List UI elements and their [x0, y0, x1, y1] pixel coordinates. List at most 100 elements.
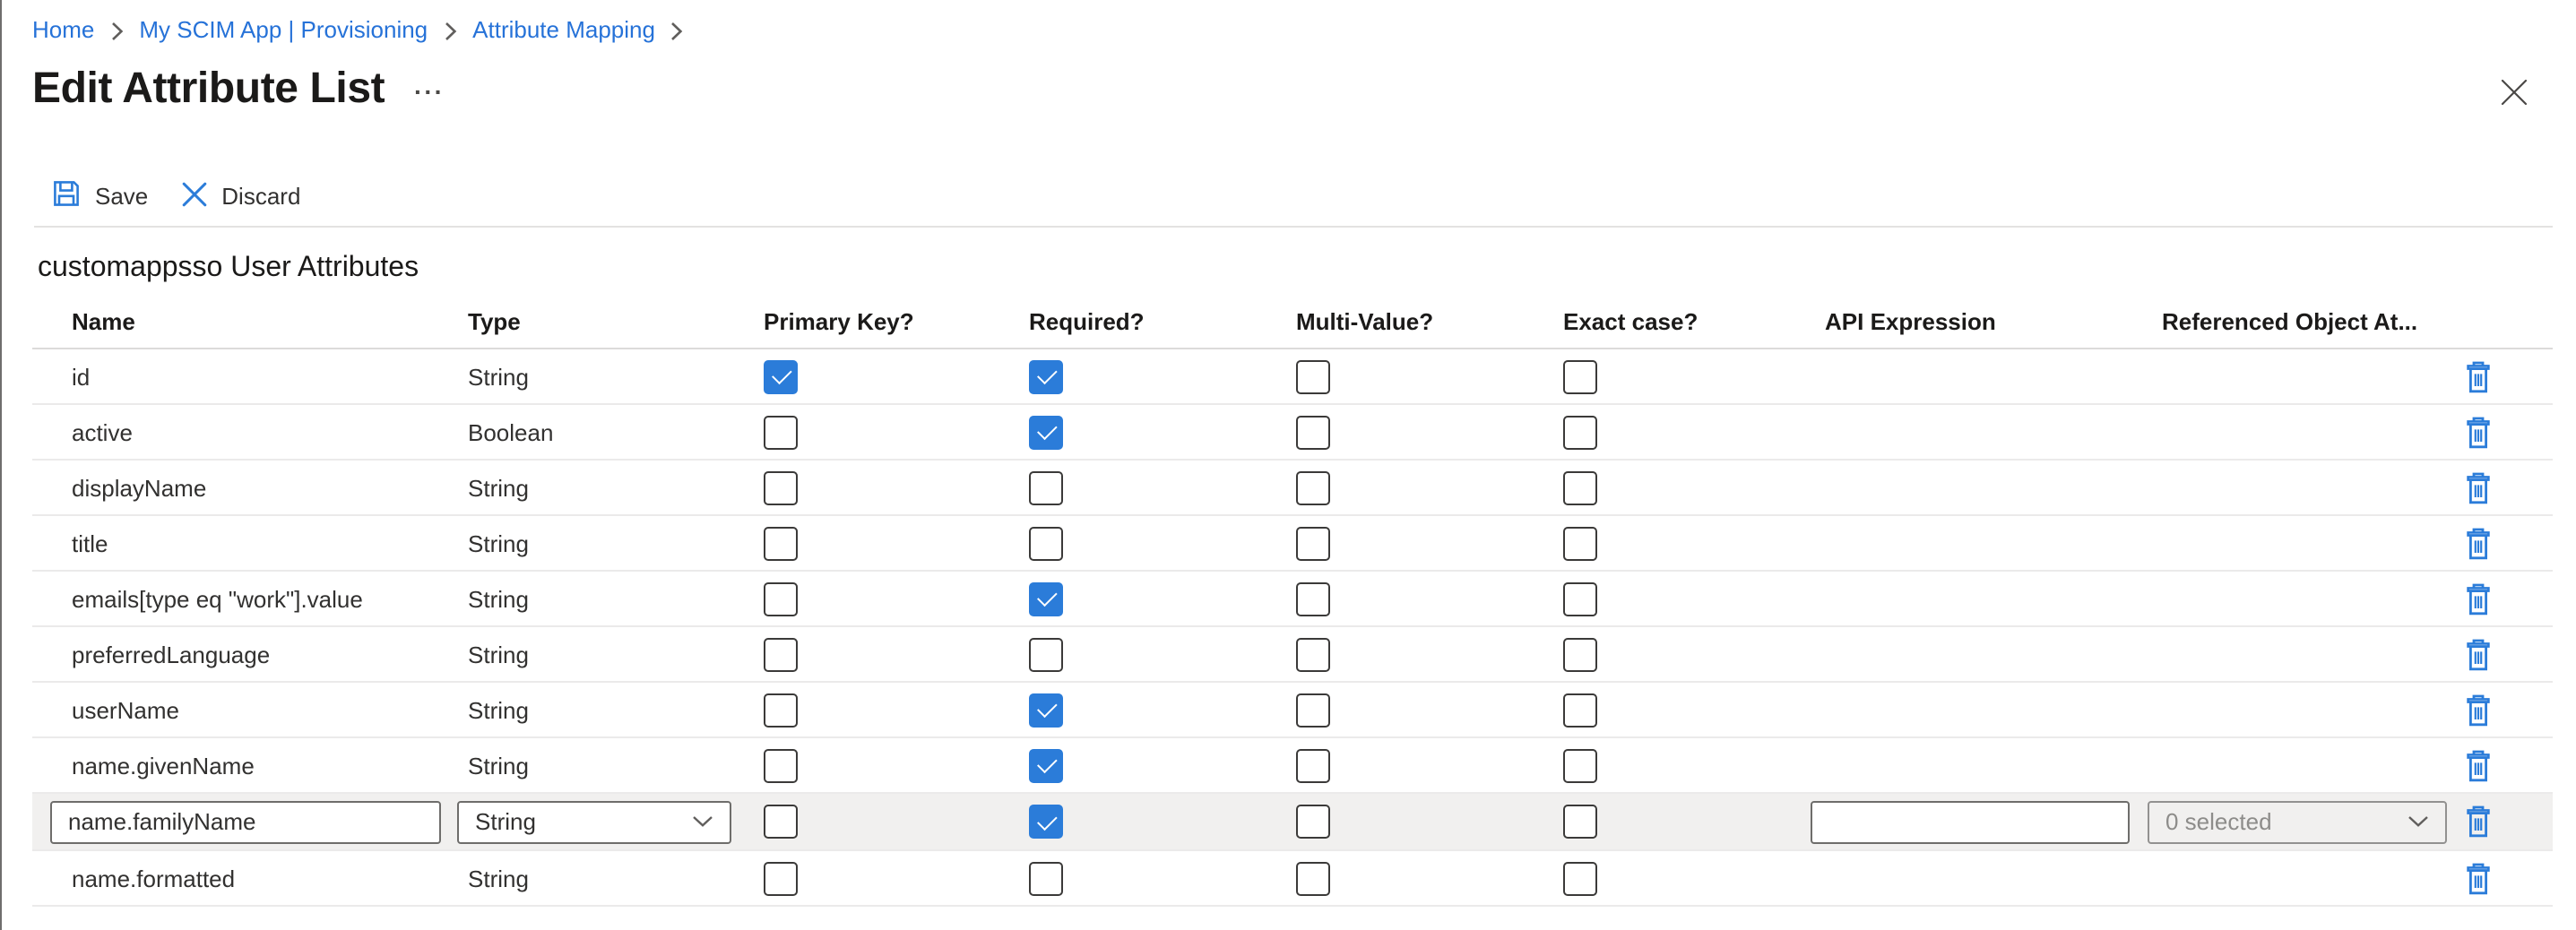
multi-value-checkbox[interactable] [1296, 637, 1330, 671]
close-button[interactable] [2499, 77, 2529, 108]
multi-value-checkbox[interactable] [1296, 359, 1330, 393]
attribute-type: Boolean [468, 418, 764, 445]
exact-case-checkbox[interactable] [1563, 748, 1597, 782]
primary-key-checkbox[interactable] [764, 637, 798, 671]
multi-value-checkbox[interactable] [1296, 693, 1330, 727]
primary-key-checkbox[interactable] [764, 359, 798, 393]
primary-key-checkbox[interactable] [764, 748, 798, 782]
multi-value-checkbox[interactable] [1296, 861, 1330, 895]
primary-key-checkbox[interactable] [764, 805, 798, 839]
context-menu-button[interactable]: ··· [414, 79, 445, 104]
exact-case-checkbox[interactable] [1563, 581, 1597, 616]
column-header-name: Name [72, 308, 468, 335]
breadcrumb-link-attribute-mapping[interactable]: Attribute Mapping [472, 16, 655, 45]
attribute-type: String [468, 474, 764, 501]
multi-value-checkbox[interactable] [1296, 526, 1330, 560]
edit-attribute-list-blade: Home My SCIM App | Provisioning Attribut… [0, 0, 2576, 930]
exact-case-checkbox[interactable] [1563, 637, 1597, 671]
attribute-name: displayName [72, 474, 468, 501]
required-checkbox[interactable] [1029, 748, 1063, 782]
delete-attribute-button[interactable] [2463, 637, 2494, 671]
required-checkbox[interactable] [1029, 359, 1063, 393]
required-checkbox[interactable] [1029, 415, 1063, 449]
attribute-type-select[interactable]: String [457, 800, 731, 843]
required-checkbox[interactable] [1029, 805, 1063, 839]
api-expression-input[interactable] [1811, 800, 2130, 843]
primary-key-checkbox[interactable] [764, 526, 798, 560]
delete-attribute-button[interactable] [2463, 861, 2494, 895]
required-checkbox[interactable] [1029, 470, 1063, 504]
toolbar-divider [34, 226, 2553, 228]
breadcrumb: Home My SCIM App | Provisioning Attribut… [32, 16, 684, 45]
discard-icon [180, 180, 207, 214]
trash-icon [2463, 359, 2494, 393]
delete-attribute-button[interactable] [2463, 581, 2494, 616]
exact-case-checkbox[interactable] [1563, 470, 1597, 504]
multi-value-checkbox[interactable] [1296, 415, 1330, 449]
exact-case-checkbox[interactable] [1563, 861, 1597, 895]
trash-icon [2463, 748, 2494, 782]
trash-icon [2463, 470, 2494, 504]
exact-case-checkbox[interactable] [1563, 526, 1597, 560]
multi-value-checkbox[interactable] [1296, 748, 1330, 782]
delete-attribute-button[interactable] [2463, 693, 2494, 727]
attribute-name-input[interactable] [50, 800, 441, 843]
attribute-type: String [468, 641, 764, 667]
column-header-exact-case: Exact case? [1563, 308, 1825, 335]
save-button[interactable]: Save [52, 179, 148, 215]
required-checkbox[interactable] [1029, 581, 1063, 616]
chevron-right-icon [444, 22, 456, 41]
attribute-row: preferredLanguageString [32, 627, 2553, 683]
breadcrumb-link-home[interactable]: Home [32, 16, 94, 45]
primary-key-checkbox[interactable] [764, 415, 798, 449]
column-header-api-expression: API Expression [1825, 308, 2162, 335]
attribute-row: name.formattedString [32, 851, 2553, 907]
attribute-row: idString [32, 349, 2553, 405]
delete-attribute-button[interactable] [2463, 415, 2494, 449]
delete-attribute-button[interactable] [2463, 748, 2494, 782]
chevron-right-icon [110, 22, 123, 41]
column-header-multi-value: Multi-Value? [1296, 308, 1563, 335]
exact-case-checkbox[interactable] [1563, 415, 1597, 449]
attribute-row: emails[type eq "work"].valueString [32, 572, 2553, 627]
trash-icon [2463, 637, 2494, 671]
column-header-required: Required? [1029, 308, 1296, 335]
multi-value-checkbox[interactable] [1296, 805, 1330, 839]
primary-key-checkbox[interactable] [764, 861, 798, 895]
attribute-type: String [468, 865, 764, 891]
referenced-object-select[interactable]: 0 selected [2148, 800, 2447, 843]
delete-attribute-button[interactable] [2463, 470, 2494, 504]
delete-attribute-button[interactable] [2463, 805, 2494, 839]
delete-attribute-button[interactable] [2463, 526, 2494, 560]
attribute-type: String [468, 752, 764, 779]
required-checkbox[interactable] [1029, 693, 1063, 727]
page-title: Edit Attribute List [32, 65, 385, 115]
attribute-row: activeBoolean [32, 405, 2553, 461]
discard-button[interactable]: Discard [180, 180, 300, 214]
attribute-name: active [72, 418, 468, 445]
multi-value-checkbox[interactable] [1296, 470, 1330, 504]
exact-case-checkbox[interactable] [1563, 359, 1597, 393]
primary-key-checkbox[interactable] [764, 693, 798, 727]
blade-left-border [0, 0, 2, 930]
column-header-type: Type [468, 308, 764, 335]
table-body: idStringactiveBooleandisplayNameStringti… [32, 349, 2553, 907]
required-checkbox[interactable] [1029, 637, 1063, 671]
attribute-row: titleString [32, 516, 2553, 572]
multi-value-checkbox[interactable] [1296, 581, 1330, 616]
section-title: customappsso User Attributes [38, 253, 419, 285]
primary-key-checkbox[interactable] [764, 470, 798, 504]
breadcrumb-link-provisioning[interactable]: My SCIM App | Provisioning [139, 16, 428, 45]
attribute-name: title [72, 530, 468, 556]
required-checkbox[interactable] [1029, 861, 1063, 895]
attribute-row: userNameString [32, 683, 2553, 738]
attribute-name: id [72, 363, 468, 390]
delete-attribute-button[interactable] [2463, 359, 2494, 393]
required-checkbox[interactable] [1029, 526, 1063, 560]
primary-key-checkbox[interactable] [764, 581, 798, 616]
attribute-type-value: String [475, 808, 536, 835]
exact-case-checkbox[interactable] [1563, 693, 1597, 727]
exact-case-checkbox[interactable] [1563, 805, 1597, 839]
attribute-type: String [468, 585, 764, 612]
trash-icon [2463, 693, 2494, 727]
